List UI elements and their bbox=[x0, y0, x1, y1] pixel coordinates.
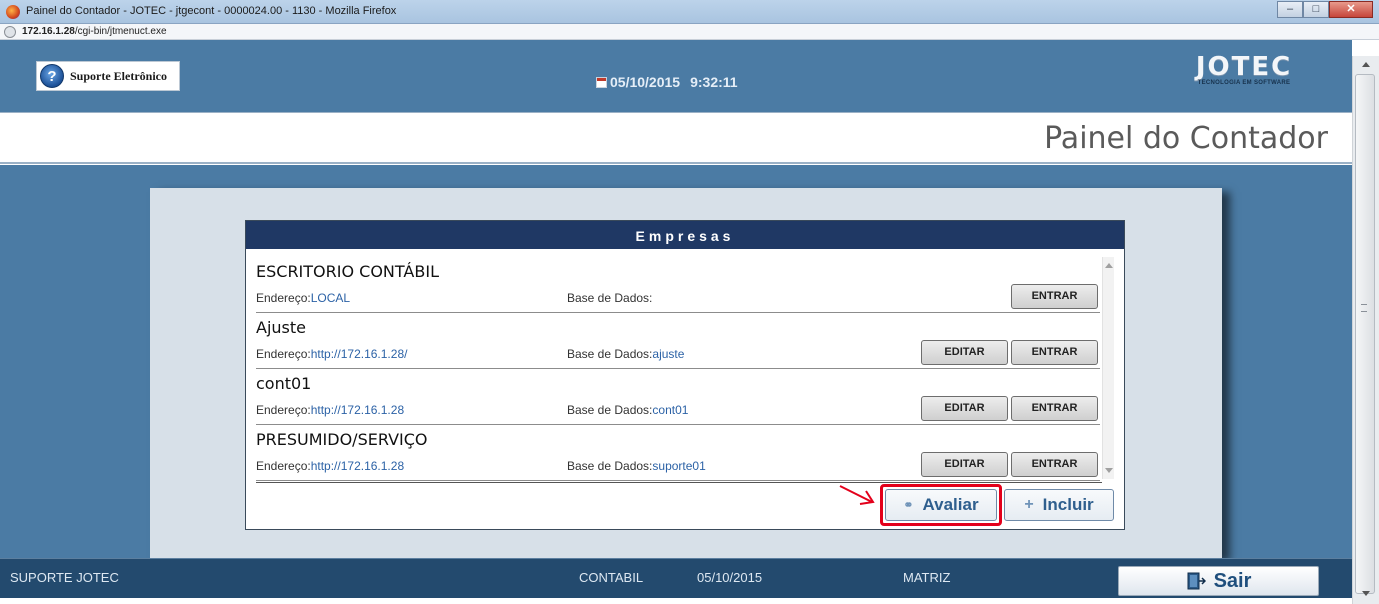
support-button[interactable]: ? Suporte Eletrônico bbox=[36, 61, 180, 91]
url-text[interactable]: 172.16.1.28/cgi-bin/jtmenuct.exe bbox=[22, 26, 167, 37]
enter-button[interactable]: ENTRAR bbox=[1011, 340, 1098, 365]
scroll-down-arrow-icon[interactable] bbox=[1362, 591, 1370, 596]
company-address: Endereço:LOCAL bbox=[256, 291, 351, 305]
company-database: Base de Dados:suporte01 bbox=[567, 459, 706, 473]
edit-button[interactable]: EDITAR bbox=[921, 452, 1008, 477]
address-bar[interactable]: 172.16.1.28/cgi-bin/jtmenuct.exe bbox=[0, 24, 1379, 40]
company-database: Base de Dados: bbox=[567, 291, 653, 305]
header-time: 9:32:11 bbox=[690, 74, 738, 90]
header-datetime: 05/10/2015 9:32:11 bbox=[596, 74, 738, 90]
footer-module: CONTABIL bbox=[579, 570, 644, 585]
edit-button[interactable]: EDITAR bbox=[921, 396, 1008, 421]
globe-icon bbox=[4, 26, 16, 38]
exit-door-icon bbox=[1187, 572, 1206, 590]
scroll-up-arrow-icon[interactable] bbox=[1362, 62, 1370, 67]
enter-button[interactable]: ENTRAR bbox=[1011, 284, 1098, 309]
footer-branch: MATRIZ bbox=[903, 570, 951, 585]
company-address: Endereço:http://172.16.1.28 bbox=[256, 459, 405, 473]
window-controls: – □ ✕ bbox=[1277, 1, 1373, 19]
company-database: Base de Dados:cont01 bbox=[567, 403, 689, 417]
company-name: ESCRITORIO CONTÁBIL bbox=[256, 262, 439, 281]
window-title: Painel do Contador - JOTEC - jtgecont - … bbox=[26, 5, 397, 17]
red-arrow-icon bbox=[839, 485, 875, 505]
plus-icon: + bbox=[1024, 496, 1034, 513]
firefox-icon bbox=[6, 5, 20, 19]
edit-button[interactable]: EDITAR bbox=[921, 340, 1008, 365]
scroll-down-icon[interactable] bbox=[1105, 468, 1113, 473]
maximize-button[interactable]: □ bbox=[1303, 1, 1329, 18]
company-name: cont01 bbox=[256, 374, 312, 393]
company-database: Base de Dados:ajuste bbox=[567, 347, 685, 361]
footer-date: 05/10/2015 bbox=[697, 570, 763, 585]
company-address: Endereço:http://172.16.1.28 bbox=[256, 403, 405, 417]
page-scrollbar[interactable] bbox=[1352, 56, 1379, 604]
enter-button[interactable]: ENTRAR bbox=[1011, 452, 1098, 477]
refresh-icon: ⚭ bbox=[903, 498, 914, 512]
company-name: Ajuste bbox=[256, 318, 306, 337]
list-divider bbox=[256, 482, 1102, 483]
company-list: ESCRITORIO CONTÁBIL Endereço:LOCAL Base … bbox=[256, 257, 1100, 483]
footer-user: SUPORTE JOTEC bbox=[10, 570, 119, 585]
scrollbar-grip-icon bbox=[1361, 304, 1367, 312]
company-row: PRESUMIDO/SERVIÇO Endereço:http://172.16… bbox=[256, 425, 1100, 481]
close-button[interactable]: ✕ bbox=[1329, 1, 1373, 18]
exit-button[interactable]: Sair bbox=[1118, 566, 1319, 596]
company-row: Ajuste Endereço:http://172.16.1.28/ Base… bbox=[256, 313, 1100, 369]
title-strip: Painel do Contador bbox=[0, 112, 1352, 164]
browser-titlebar: Painel do Contador - JOTEC - jtgecont - … bbox=[0, 0, 1379, 24]
list-scrollbar[interactable] bbox=[1102, 257, 1114, 479]
empresas-heading: Empresas bbox=[246, 221, 1124, 249]
avaliar-button[interactable]: ⚭ Avaliar bbox=[885, 489, 997, 521]
header-date: 05/10/2015 bbox=[610, 74, 681, 90]
company-row: ESCRITORIO CONTÁBIL Endereço:LOCAL Base … bbox=[256, 257, 1100, 313]
enter-button[interactable]: ENTRAR bbox=[1011, 396, 1098, 421]
support-label: Suporte Eletrônico bbox=[70, 68, 167, 83]
jotec-logo: JOTEC TECNOLOGIA EM SOFTWARE bbox=[1195, 52, 1293, 86]
company-address: Endereço:http://172.16.1.28/ bbox=[256, 347, 408, 361]
scrollbar-thumb[interactable] bbox=[1355, 74, 1375, 594]
page-title: Painel do Contador bbox=[1044, 121, 1328, 156]
company-row: cont01 Endereço:http://172.16.1.28 Base … bbox=[256, 369, 1100, 425]
minimize-button[interactable]: – bbox=[1277, 1, 1303, 18]
app-header: ? Suporte Eletrônico 05/10/2015 9:32:11 … bbox=[0, 40, 1352, 112]
scroll-up-icon[interactable] bbox=[1105, 263, 1113, 268]
incluir-button[interactable]: + Incluir bbox=[1004, 489, 1114, 521]
calendar-icon bbox=[596, 76, 607, 88]
company-name: PRESUMIDO/SERVIÇO bbox=[256, 430, 428, 449]
help-icon: ? bbox=[40, 64, 64, 88]
